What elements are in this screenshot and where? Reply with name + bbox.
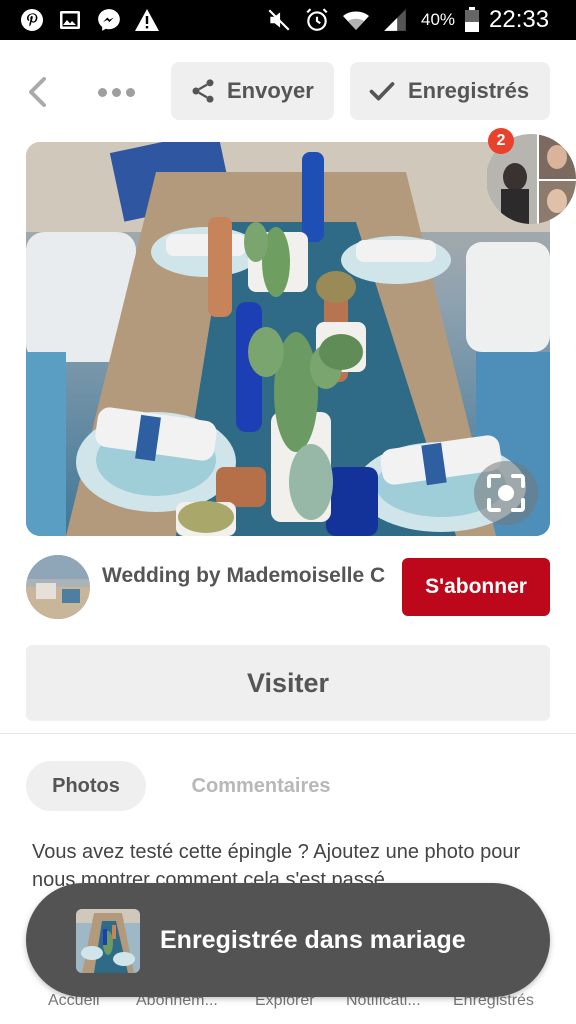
chevron-left-icon xyxy=(29,77,46,107)
messenger-icon xyxy=(95,6,123,34)
author-name[interactable]: Wedding by Mademoiselle C xyxy=(102,562,392,589)
check-icon xyxy=(369,82,395,101)
saved-toast[interactable]: Enregistrée dans mariage xyxy=(26,883,550,997)
visit-button[interactable]: Visiter xyxy=(26,645,550,721)
visual-search-icon xyxy=(487,474,525,512)
gallery-icon xyxy=(56,6,84,34)
saved-label: Enregistrés xyxy=(408,78,530,103)
table-setting-photo xyxy=(26,142,550,536)
back-button[interactable] xyxy=(22,72,52,112)
pin-image[interactable] xyxy=(26,142,550,536)
tab-comments[interactable]: Commentaires xyxy=(168,761,354,811)
divider xyxy=(0,733,576,734)
notification-badge: 2 xyxy=(488,128,514,154)
board-thumbnail-image xyxy=(76,909,140,973)
toast-message: Enregistrée dans mariage xyxy=(160,925,466,954)
follow-button[interactable]: S'abonner xyxy=(402,558,550,616)
status-bar: 40% 22:33 xyxy=(0,0,576,40)
mute-icon xyxy=(265,6,293,34)
warning-icon xyxy=(133,6,161,34)
saved-button[interactable]: Enregistrés xyxy=(350,62,550,120)
tab-photos[interactable]: Photos xyxy=(26,761,146,811)
wifi-icon xyxy=(342,6,370,34)
visual-search-button[interactable] xyxy=(474,461,538,525)
pinterest-icon xyxy=(18,6,46,34)
send-label: Envoyer xyxy=(227,78,314,103)
battery-percent: 40% xyxy=(421,10,456,29)
share-icon xyxy=(192,79,214,103)
board-thumbnail xyxy=(76,909,140,973)
battery-icon xyxy=(458,6,486,34)
alarm-icon xyxy=(303,6,331,34)
more-options-button[interactable] xyxy=(92,78,140,106)
signal-icon xyxy=(381,6,409,34)
author-avatar[interactable] xyxy=(26,555,90,619)
clock: 22:33 xyxy=(489,6,550,33)
avatar xyxy=(26,555,90,619)
send-button[interactable]: Envoyer xyxy=(171,62,334,120)
